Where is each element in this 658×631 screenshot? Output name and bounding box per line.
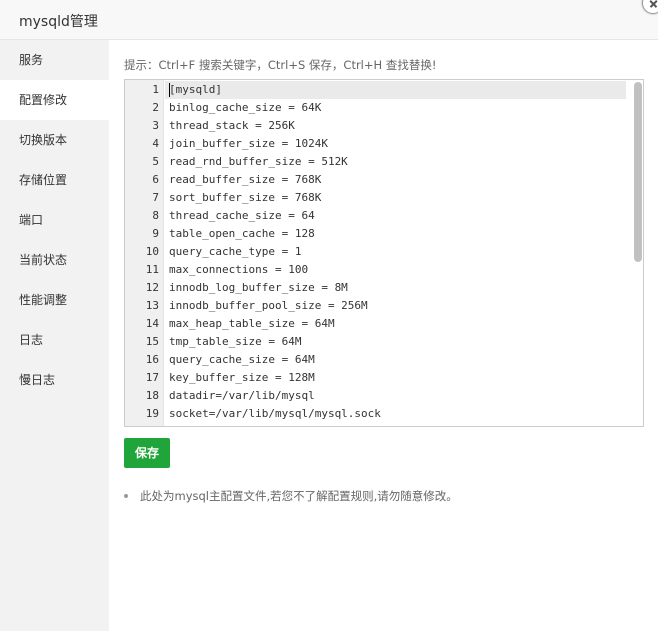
code-line[interactable]: 4 join_buffer_size = 1024K bbox=[125, 135, 643, 153]
code-line[interactable]: 10 query_cache_type = 1 bbox=[125, 243, 643, 261]
line-number: 1 bbox=[152, 83, 159, 96]
code-line[interactable]: 18 datadir=/var/lib/mysql bbox=[125, 387, 643, 405]
window-titlebar: mysqld管理 bbox=[0, 0, 658, 40]
code-line[interactable]: 1 [mysqld] bbox=[125, 81, 643, 99]
sidebar: 服务 配置修改 切换版本 存储位置 端口 当前状态 性能调整 日志 慢日志 bbox=[0, 40, 109, 631]
sidebar-item-label: 日志 bbox=[19, 333, 44, 347]
line-number: 12 bbox=[145, 281, 159, 294]
line-number: 5 bbox=[152, 155, 159, 168]
editor-tip: 提示：Ctrl+F 搜索关键字，Ctrl+S 保存，Ctrl+H 查找替换! bbox=[124, 58, 437, 72]
line-text[interactable]: tmp_table_size = 64M bbox=[169, 333, 301, 351]
sidebar-item-label: 切换版本 bbox=[19, 133, 68, 147]
line-number: 6 bbox=[152, 173, 159, 186]
line-number: 2 bbox=[152, 101, 159, 114]
line-number: 9 bbox=[152, 227, 159, 240]
save-button[interactable]: 保存 bbox=[124, 438, 170, 468]
sidebar-item-current-status[interactable]: 当前状态 bbox=[0, 240, 109, 280]
sidebar-item-label: 服务 bbox=[19, 53, 44, 67]
line-text[interactable]: read_buffer_size = 768K bbox=[169, 171, 321, 189]
code-line[interactable]: 17 key_buffer_size = 128M bbox=[125, 369, 643, 387]
line-text[interactable]: query_cache_size = 64M bbox=[169, 351, 315, 369]
line-text[interactable]: [mysqld] bbox=[169, 81, 222, 99]
code-line[interactable]: 19 socket=/var/lib/mysql/mysql.sock bbox=[125, 405, 643, 423]
code-editor[interactable]: 1 [mysqld] 2 binlog_cache_size = 64K 3 thread… bbox=[124, 79, 644, 427]
line-text[interactable]: read_rnd_buffer_size = 512K bbox=[169, 153, 348, 171]
line-text[interactable]: key_buffer_size = 128M bbox=[169, 369, 315, 387]
notes-list: 此处为mysql主配置文件,若您不了解配置规则,请勿随意修改。 bbox=[124, 487, 458, 505]
sidebar-item-switch-version[interactable]: 切换版本 bbox=[0, 120, 109, 160]
scrollbar-thumb[interactable] bbox=[634, 82, 642, 262]
code-line-partial bbox=[125, 423, 643, 426]
code-line[interactable]: 3 thread_stack = 256K bbox=[125, 117, 643, 135]
code-line[interactable]: 15 tmp_table_size = 64M bbox=[125, 333, 643, 351]
line-text[interactable]: max_heap_table_size = 64M bbox=[169, 315, 335, 333]
active-line-highlight bbox=[165, 81, 626, 99]
line-number: 7 bbox=[152, 191, 159, 204]
code-line[interactable]: 13 innodb_buffer_pool_size = 256M bbox=[125, 297, 643, 315]
line-number: 11 bbox=[145, 263, 159, 276]
main-content: 提示：Ctrl+F 搜索关键字，Ctrl+S 保存，Ctrl+H 查找替换! 1… bbox=[109, 40, 658, 631]
code-line[interactable]: 8 thread_cache_size = 64 bbox=[125, 207, 643, 225]
sidebar-item-log[interactable]: 日志 bbox=[0, 320, 109, 360]
line-number: 17 bbox=[145, 371, 159, 384]
line-text[interactable]: query_cache_type = 1 bbox=[169, 243, 301, 261]
code-line[interactable]: 16 query_cache_size = 64M bbox=[125, 351, 643, 369]
sidebar-item-performance[interactable]: 性能调整 bbox=[0, 280, 109, 320]
sidebar-item-label: 当前状态 bbox=[19, 253, 68, 267]
line-text[interactable]: table_open_cache = 128 bbox=[169, 225, 315, 243]
sidebar-item-service[interactable]: 服务 bbox=[0, 40, 109, 80]
code-line[interactable]: 11 max_connections = 100 bbox=[125, 261, 643, 279]
line-text[interactable]: innodb_buffer_pool_size = 256M bbox=[169, 297, 368, 315]
line-text[interactable]: join_buffer_size = 1024K bbox=[169, 135, 328, 153]
line-text[interactable]: datadir=/var/lib/mysql bbox=[169, 387, 315, 405]
sidebar-item-label: 端口 bbox=[19, 213, 44, 227]
editor-scrollbar[interactable] bbox=[632, 80, 642, 426]
sidebar-item-port[interactable]: 端口 bbox=[0, 200, 109, 240]
note-item: 此处为mysql主配置文件,若您不了解配置规则,请勿随意修改。 bbox=[124, 487, 458, 505]
code-line[interactable]: 9 table_open_cache = 128 bbox=[125, 225, 643, 243]
sidebar-item-config-edit[interactable]: 配置修改 bbox=[0, 80, 109, 120]
code-line[interactable]: 6 read_buffer_size = 768K bbox=[125, 171, 643, 189]
window-title: mysqld管理 bbox=[19, 14, 98, 30]
code-line[interactable]: 12 innodb_log_buffer_size = 8M bbox=[125, 279, 643, 297]
line-text[interactable]: binlog_cache_size = 64K bbox=[169, 99, 321, 117]
code-line[interactable]: 7 sort_buffer_size = 768K bbox=[125, 189, 643, 207]
sidebar-item-label: 性能调整 bbox=[19, 293, 68, 307]
code-line[interactable]: 2 binlog_cache_size = 64K bbox=[125, 99, 643, 117]
line-text[interactable]: socket=/var/lib/mysql/mysql.sock bbox=[169, 405, 381, 423]
code-line[interactable]: 14 max_heap_table_size = 64M bbox=[125, 315, 643, 333]
line-number: 4 bbox=[152, 137, 159, 150]
line-number: 10 bbox=[145, 245, 159, 258]
code-line[interactable]: 5 read_rnd_buffer_size = 512K bbox=[125, 153, 643, 171]
line-text[interactable]: max_connections = 100 bbox=[169, 261, 308, 279]
sidebar-item-label: 存储位置 bbox=[19, 173, 68, 187]
sidebar-item-label: 配置修改 bbox=[19, 93, 68, 107]
line-number: 15 bbox=[145, 335, 159, 348]
sidebar-item-storage-location[interactable]: 存储位置 bbox=[0, 160, 109, 200]
line-text[interactable]: thread_cache_size = 64 bbox=[169, 207, 315, 225]
line-text[interactable]: thread_stack = 256K bbox=[169, 117, 295, 135]
text-cursor bbox=[169, 83, 170, 97]
line-number: 19 bbox=[145, 407, 159, 420]
line-text[interactable]: innodb_log_buffer_size = 8M bbox=[169, 279, 348, 297]
line-number: 13 bbox=[145, 299, 159, 312]
line-text[interactable]: sort_buffer_size = 768K bbox=[169, 189, 321, 207]
line-number: 18 bbox=[145, 389, 159, 402]
line-number: 14 bbox=[145, 317, 159, 330]
sidebar-item-slow-log[interactable]: 慢日志 bbox=[0, 360, 109, 400]
sidebar-item-label: 慢日志 bbox=[19, 373, 56, 387]
line-number: 16 bbox=[145, 353, 159, 366]
code-lines[interactable]: 1 [mysqld] 2 binlog_cache_size = 64K 3 thread… bbox=[125, 80, 643, 426]
line-number: 8 bbox=[152, 209, 159, 222]
line-number: 3 bbox=[152, 119, 159, 132]
